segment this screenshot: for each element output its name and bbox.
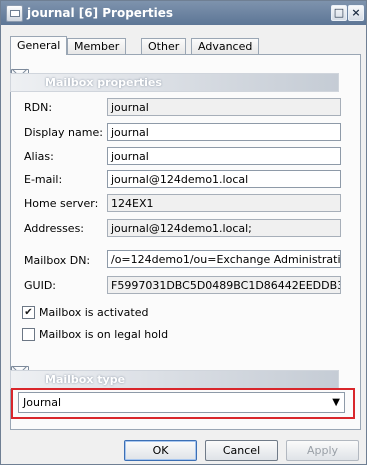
display-name-label: Display name: [24,126,103,139]
window-title: journal [6] Properties [27,6,173,20]
tab-member-of[interactable]: Member Of [67,38,127,68]
activated-label[interactable]: Mailbox is activated [39,306,148,319]
mailbox-type-header: Mailbox type [10,370,339,389]
maximize-button[interactable]: □ [331,5,347,21]
cancel-button[interactable]: Cancel [205,440,278,461]
ok-button[interactable]: OK [124,440,197,461]
alias-label: Alias: [24,150,54,163]
chevron-down-icon: ▼ [332,397,340,408]
mailbox-dn-label: Mailbox DN: [24,254,91,267]
alias-field[interactable]: journal [107,147,341,165]
mailbox-dn-field[interactable]: /o=124demo1/ou=Exchange Administrative G… [107,250,341,268]
legal-hold-checkbox[interactable] [22,328,35,341]
addresses-label: Addresses: [24,222,85,235]
guid-label: GUID: [24,279,56,292]
rdn-label: RDN: [24,101,53,114]
mailbox-type-title: Mailbox type [45,373,126,386]
email-label: E-mail: [24,173,63,186]
addresses-field[interactable]: journal@124demo1.local; [107,219,341,237]
apply-button[interactable]: Apply [286,440,359,461]
email-field[interactable]: journal@124demo1.local [107,170,341,188]
mailbox-properties-title: Mailbox properties [45,76,162,89]
mailbox-properties-header: Mailbox properties [10,73,339,92]
tab-advanced[interactable]: Advanced [191,38,260,54]
close-button[interactable]: × [348,5,364,21]
mailbox-type-select[interactable]: Journal ▼ [18,392,345,413]
display-name-field[interactable]: journal [107,123,341,141]
home-server-field: 124EX1 [107,194,341,212]
activated-checkbox[interactable]: ✔ [22,306,35,319]
tab-general[interactable]: General [10,36,68,55]
properties-window: journal [6] Properties □ × General Membe… [0,0,367,465]
window-icon [6,5,23,22]
tab-other[interactable]: Other [141,38,187,54]
legal-hold-label[interactable]: Mailbox is on legal hold [39,328,168,341]
title-bar: journal [6] Properties □ × [1,1,366,25]
rdn-field: journal [107,98,341,116]
mailbox-type-value: Journal [23,396,62,409]
guid-field: F5997031DBC5D0489BC1D86442EEDDB3 [107,276,341,294]
home-server-label: Home server: [24,197,99,210]
